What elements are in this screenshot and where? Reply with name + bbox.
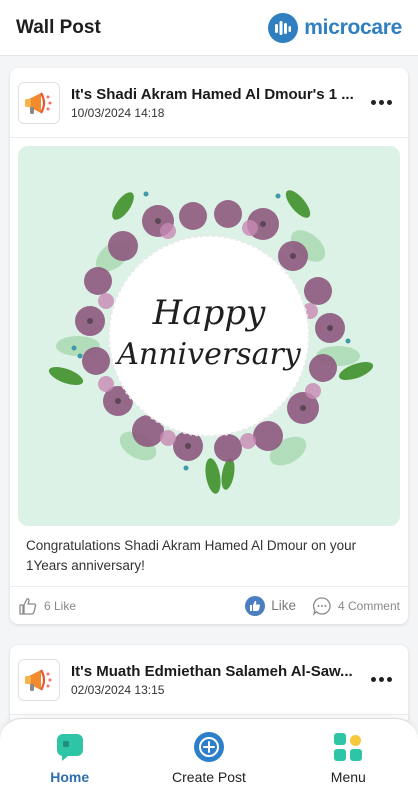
image-text-happy: Happy	[152, 293, 266, 333]
post-actions-bar: 6 Like Like 4 Comment	[10, 586, 408, 624]
app-header: Wall Post microcare	[0, 0, 418, 56]
card-circle	[108, 235, 310, 437]
post-card: It's Shadi Akram Hamed Al Dmour's 1 ... …	[10, 68, 408, 624]
post-title[interactable]: It's Shadi Akram Hamed Al Dmour's 1 ...	[71, 86, 364, 103]
dot-icon	[378, 677, 384, 682]
dot-icon	[370, 677, 376, 682]
post-meta: It's Shadi Akram Hamed Al Dmour's 1 ... …	[71, 86, 364, 120]
thumbs-up-outline-icon	[19, 597, 37, 615]
post-actions: Like 4 Comment	[245, 595, 400, 616]
bottom-navigation: Home Create Post Menu	[0, 718, 418, 800]
megaphone-icon	[18, 658, 60, 701]
dot-icon	[386, 677, 392, 682]
more-options-button[interactable]	[364, 663, 398, 697]
dot-icon	[378, 100, 384, 105]
dot-icon	[386, 100, 392, 105]
page-title: Wall Post	[16, 16, 101, 38]
create-post-icon	[193, 731, 225, 763]
post-image[interactable]: Happy Anniversary	[18, 146, 400, 526]
post-header: It's Shadi Akram Hamed Al Dmour's 1 ... …	[10, 68, 408, 138]
wall-feed[interactable]: It's Shadi Akram Hamed Al Dmour's 1 ... …	[0, 56, 418, 720]
home-chat-icon	[54, 731, 86, 763]
post-body: Congratulations Shadi Akram Hamed Al Dmo…	[26, 538, 357, 573]
comments-count: 4 Comment	[337, 598, 400, 613]
comment-button[interactable]: 4 Comment	[312, 596, 400, 616]
like-button[interactable]: Like	[245, 595, 296, 616]
nav-menu[interactable]: Menu	[279, 719, 418, 800]
menu-grid-icon	[332, 731, 364, 763]
thumbs-up-icon	[245, 595, 266, 616]
more-options-button[interactable]	[364, 86, 398, 120]
post-date: 02/03/2024 13:15	[71, 682, 165, 697]
megaphone-icon	[18, 81, 60, 124]
post-title[interactable]: It's Muath Edmiethan Salameh Al-Saw...	[71, 663, 364, 680]
likes-count: 6 Like	[44, 598, 77, 613]
brand-name: microcare	[304, 15, 402, 39]
image-text-anniversary: Anniversary	[114, 337, 302, 372]
nav-home-label: Home	[50, 769, 90, 785]
likes-summary[interactable]: 6 Like	[18, 596, 76, 616]
post-date: 10/03/2024 14:18	[71, 105, 165, 120]
brand-logo: microcare	[268, 12, 402, 43]
nav-create-post[interactable]: Create Post	[139, 719, 278, 800]
dot-icon	[370, 100, 376, 105]
nav-create-label: Create Post	[172, 769, 246, 785]
post-card: It's Muath Edmiethan Salameh Al-Saw... 0…	[10, 645, 408, 720]
like-label: Like	[271, 598, 296, 613]
nav-home[interactable]: Home	[0, 719, 139, 800]
post-header: It's Muath Edmiethan Salameh Al-Saw... 0…	[10, 645, 408, 715]
nav-menu-label: Menu	[330, 769, 366, 785]
microcare-logo-icon	[268, 12, 299, 43]
comment-icon	[312, 596, 331, 616]
post-meta: It's Muath Edmiethan Salameh Al-Saw... 0…	[71, 663, 364, 697]
